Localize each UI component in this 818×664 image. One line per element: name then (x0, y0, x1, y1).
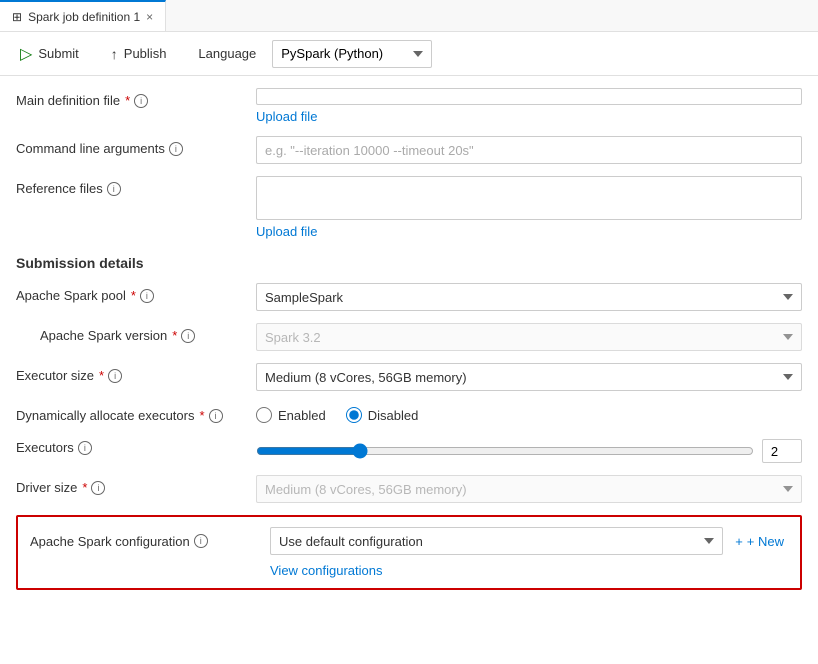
publish-icon: ↑ (111, 46, 118, 62)
main-def-info-icon[interactable]: i (134, 94, 148, 108)
executors-info-icon[interactable]: i (78, 441, 92, 455)
ref-files-textarea[interactable] (256, 176, 802, 220)
disabled-label: Disabled (368, 408, 419, 423)
tab-close-button[interactable]: × (146, 10, 153, 24)
driver-size-info-icon[interactable]: i (91, 481, 105, 495)
executor-size-row: Executor size * i Medium (8 vCores, 56GB… (16, 363, 802, 391)
main-def-required: * (125, 93, 130, 108)
language-label: Language (198, 46, 256, 61)
section-header: Submission details (16, 255, 802, 271)
driver-size-select[interactable]: Medium (8 vCores, 56GB memory) (256, 475, 802, 503)
executor-size-select[interactable]: Medium (8 vCores, 56GB memory) (256, 363, 802, 391)
spark-config-row: Apache Spark configuration i Use default… (30, 527, 788, 555)
content-area: Main definition file * i Upload file Com… (0, 76, 818, 664)
upload-file-link-2[interactable]: Upload file (256, 224, 802, 239)
upload-file-link-1[interactable]: Upload file (256, 109, 802, 124)
dyn-alloc-row: Dynamically allocate executors * i Enabl… (16, 403, 802, 423)
disabled-radio[interactable] (346, 407, 362, 423)
tab-label: Spark job definition 1 (28, 10, 140, 24)
driver-size-label: Driver size * i (16, 475, 256, 495)
ref-files-label: Reference files i (16, 176, 256, 196)
spark-version-label: Apache Spark version * i (16, 323, 256, 343)
submit-label: Submit (38, 46, 78, 61)
main-def-wrapper: Upload file (256, 88, 802, 124)
spark-config-info-icon[interactable]: i (194, 534, 208, 548)
executors-value-input[interactable] (762, 439, 802, 463)
executor-size-info-icon[interactable]: i (108, 369, 122, 383)
view-configurations-link[interactable]: View configurations (270, 563, 788, 578)
driver-size-row: Driver size * i Medium (8 vCores, 56GB m… (16, 475, 802, 503)
dyn-alloc-label: Dynamically allocate executors * i (16, 403, 256, 423)
main-def-label: Main definition file * i (16, 88, 256, 108)
executors-label: Executors i (16, 435, 256, 455)
publish-button[interactable]: ↑ Publish (103, 42, 175, 66)
tab-icon: ⊞ (12, 10, 22, 24)
spark-version-select[interactable]: Spark 3.2 (256, 323, 802, 351)
executors-slider[interactable] (256, 443, 754, 459)
driver-size-required: * (82, 480, 87, 495)
ref-files-wrapper: Upload file (256, 176, 802, 239)
new-label: + New (747, 534, 784, 549)
ref-files-row: Reference files i Upload file (16, 176, 802, 239)
dyn-alloc-radio-group: Enabled Disabled (256, 403, 418, 423)
submit-icon: ▷ (20, 44, 32, 64)
new-icon: + (735, 534, 743, 549)
executor-size-required: * (99, 368, 104, 383)
ref-files-info-icon[interactable]: i (107, 182, 121, 196)
cmd-args-input[interactable] (256, 136, 802, 164)
enabled-option[interactable]: Enabled (256, 407, 326, 423)
spark-config-section: Apache Spark configuration i Use default… (16, 515, 802, 590)
dyn-alloc-info-icon[interactable]: i (209, 409, 223, 423)
cmd-args-label: Command line arguments i (16, 136, 256, 156)
main-def-input[interactable] (256, 88, 802, 105)
spark-version-info-icon[interactable]: i (181, 329, 195, 343)
enabled-label: Enabled (278, 408, 326, 423)
enabled-radio[interactable] (256, 407, 272, 423)
language-select[interactable]: PySpark (Python) Scala SparkR (272, 40, 432, 68)
cmd-args-info-icon[interactable]: i (169, 142, 183, 156)
publish-label: Publish (124, 46, 167, 61)
new-button[interactable]: + + New (731, 534, 788, 549)
executor-size-label: Executor size * i (16, 363, 256, 383)
cmd-args-row: Command line arguments i (16, 136, 802, 164)
spark-version-row: Apache Spark version * i Spark 3.2 (16, 323, 802, 351)
submit-button[interactable]: ▷ Submit (12, 40, 87, 68)
spark-pool-row: Apache Spark pool * i SampleSpark (16, 283, 802, 311)
spark-pool-required: * (131, 288, 136, 303)
spark-config-select[interactable]: Use default configuration (270, 527, 723, 555)
spark-pool-label: Apache Spark pool * i (16, 283, 256, 303)
tab-title-bar: ⊞ Spark job definition 1 × (0, 0, 818, 32)
executors-slider-wrapper (256, 435, 802, 463)
executors-row: Executors i (16, 435, 802, 463)
dyn-alloc-required: * (199, 408, 204, 423)
disabled-option[interactable]: Disabled (346, 407, 419, 423)
spark-pool-select[interactable]: SampleSpark (256, 283, 802, 311)
spark-config-label: Apache Spark configuration i (30, 534, 270, 549)
main-def-row: Main definition file * i Upload file (16, 88, 802, 124)
tab-spark-job[interactable]: ⊞ Spark job definition 1 × (0, 0, 166, 31)
spark-pool-info-icon[interactable]: i (140, 289, 154, 303)
spark-version-required: * (172, 328, 177, 343)
toolbar: ▷ Submit ↑ Publish Language PySpark (Pyt… (0, 32, 818, 76)
